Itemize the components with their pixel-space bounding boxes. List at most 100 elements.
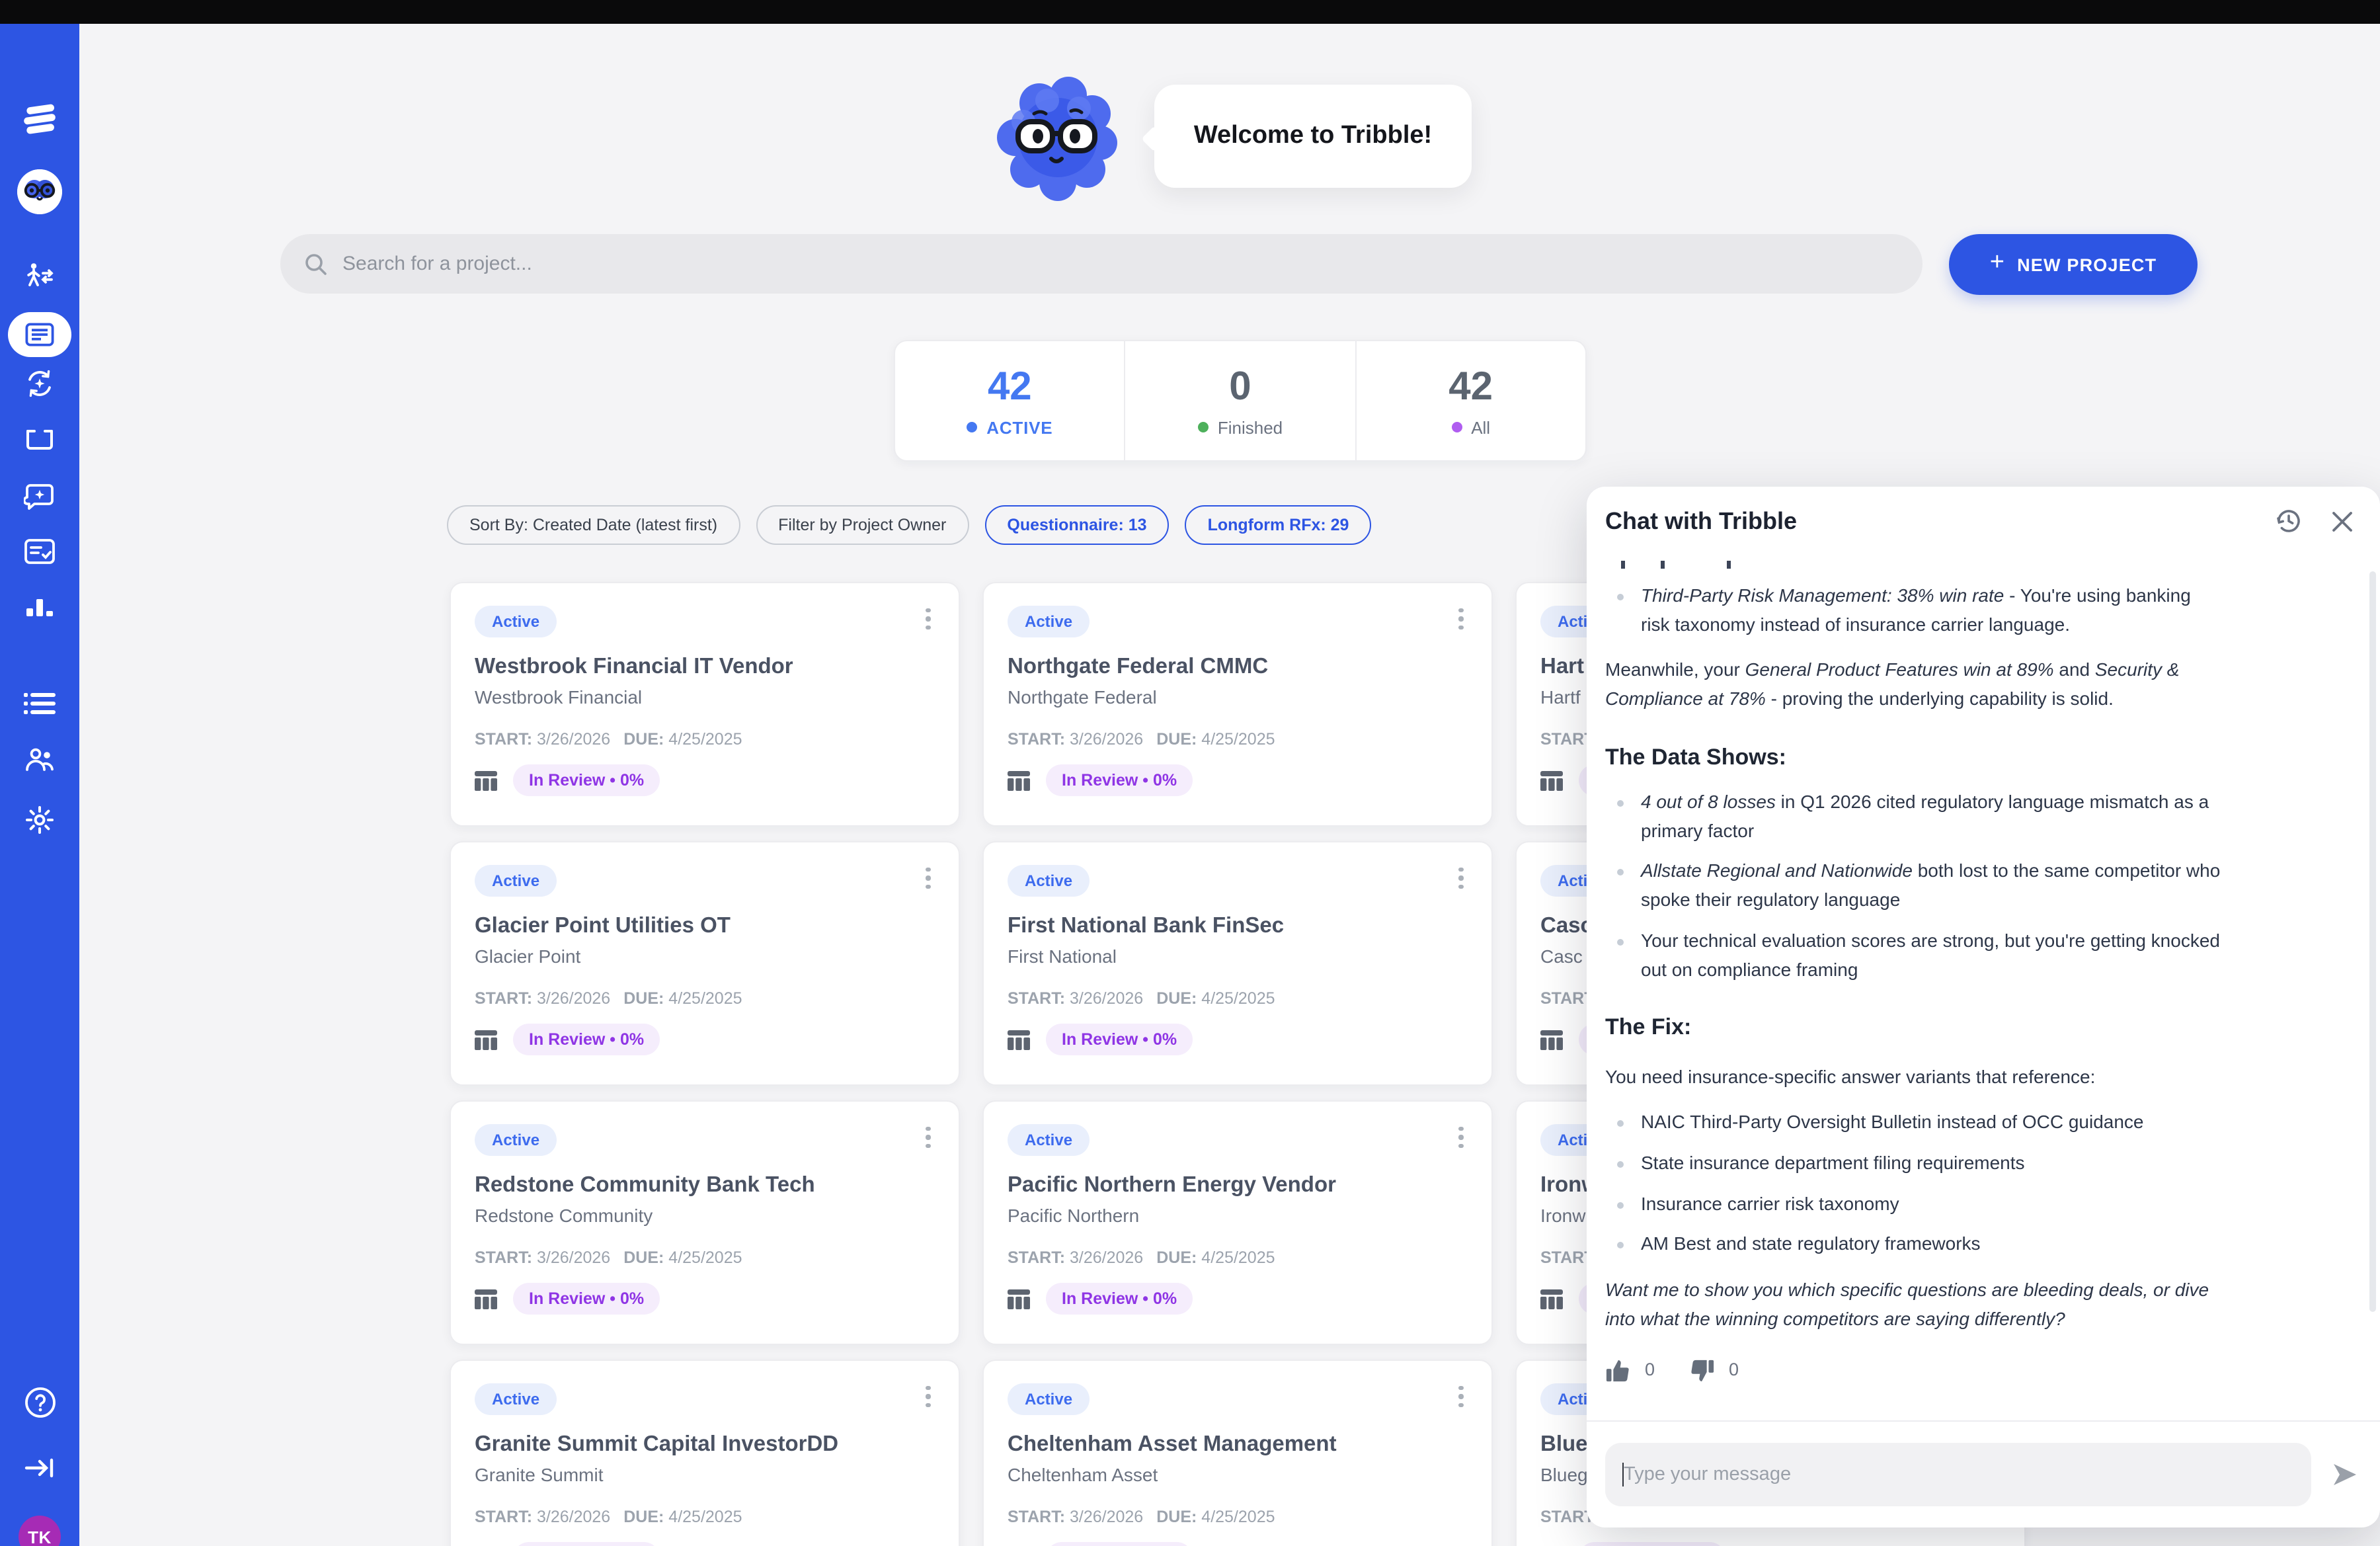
stat-all[interactable]: 42 All [1355, 341, 1585, 460]
due-label: DUE: [1156, 989, 1197, 1008]
table-icon [475, 1289, 497, 1309]
stat-finished[interactable]: 0Finished [1125, 341, 1355, 460]
thumbs-up-icon[interactable] [1605, 1358, 1632, 1385]
project-title: Cheltenham Asset Management [1008, 1432, 1468, 1457]
project-dates: START: 3/26/2026DUE: 4/25/2025 [1008, 1508, 1468, 1526]
project-card[interactable]: ActiveRedstone Community Bank TechRedsto… [450, 1100, 960, 1345]
card-menu-icon[interactable] [1449, 1123, 1473, 1152]
chat-message-input[interactable] [1624, 1464, 2293, 1485]
tray-icon[interactable] [0, 426, 79, 452]
message-paragraph: You need insurance-specific answer varia… [1605, 1063, 2224, 1091]
thumbs-down-count: 0 [1729, 1358, 1739, 1385]
project-title: First National Bank FinSec [1008, 914, 1468, 939]
project-card[interactable]: ActivePacific Northern Energy VendorPaci… [982, 1100, 1493, 1345]
sidebar: TK [0, 24, 79, 1546]
list-menu-icon[interactable] [0, 692, 79, 715]
filter-chip[interactable]: Longform RFx: 29 [1185, 505, 1372, 545]
project-company: Northgate Federal [1008, 686, 1468, 708]
search-icon [304, 252, 328, 276]
new-project-button[interactable]: + NEW PROJECT [1949, 234, 2198, 295]
project-title: Westbrook Financial IT Vendor [475, 655, 935, 680]
bar-chart-icon[interactable] [0, 594, 79, 620]
status-badge: Active [475, 606, 557, 637]
stat-dot-icon [1451, 422, 1462, 432]
search-input[interactable] [342, 253, 1899, 275]
due-label: DUE: [1156, 730, 1197, 749]
review-progress-badge: In Review • 0% [1579, 1542, 1726, 1546]
chat-input-box [1605, 1443, 2311, 1506]
status-badge: Active [1008, 865, 1090, 897]
due-date: 4/25/2025 [1197, 1248, 1275, 1267]
user-avatar[interactable]: TK [19, 1516, 61, 1546]
handoff-walk-icon[interactable] [0, 262, 79, 291]
text: and [2054, 659, 2095, 680]
message-bullet: Allstate Regional and Nationwide both lo… [1605, 858, 2224, 915]
card-footer: In Review • 0% [1540, 1542, 2001, 1546]
tribble-logo-icon[interactable] [0, 103, 79, 135]
message-paragraph: Want me to show you which specific quest… [1605, 1276, 2224, 1334]
help-icon[interactable] [0, 1386, 79, 1419]
start-date: 3/26/2026 [532, 1508, 610, 1526]
sidebar-item-projects-active[interactable] [8, 312, 71, 357]
project-card[interactable]: ActiveCheltenham Asset ManagementChelten… [982, 1360, 1493, 1546]
stat-value: 42 [1448, 364, 1493, 409]
text: Insurance carrier risk taxonomy [1641, 1192, 1899, 1213]
project-card[interactable]: ActiveWestbrook Financial IT VendorWestb… [450, 582, 960, 827]
chat-close-icon[interactable] [2324, 504, 2359, 538]
project-stats: 42ACTIVE0Finished 42 All [894, 340, 1587, 462]
message-bullet: AM Best and state regulatory frameworks [1605, 1231, 2224, 1259]
thumbs-down-icon[interactable] [1689, 1358, 1716, 1385]
sync-sparkle-icon[interactable] [0, 368, 79, 399]
chat-history-icon[interactable] [2272, 504, 2306, 538]
send-icon[interactable] [2327, 1457, 2361, 1492]
clipped-scrolled-line [1605, 558, 2224, 569]
checklist-icon[interactable] [0, 538, 79, 565]
card-menu-icon[interactable] [916, 1123, 940, 1152]
start-label: START: [1008, 730, 1065, 749]
gear-icon[interactable] [0, 804, 79, 836]
card-menu-icon[interactable] [916, 1382, 940, 1411]
message-bullet: Third-Party Risk Management: 38% win rat… [1605, 582, 2224, 639]
due-date: 4/25/2025 [664, 989, 742, 1008]
project-title: Redstone Community Bank Tech [475, 1173, 935, 1198]
stat-active[interactable]: 42ACTIVE [895, 341, 1125, 460]
review-progress-badge: In Review • 0% [1046, 1542, 1193, 1546]
card-menu-icon[interactable] [916, 604, 940, 633]
tribble-avatar-icon[interactable] [17, 169, 62, 214]
feedback-row: 0 0 [1605, 1358, 2224, 1385]
message-bullet: Insurance carrier risk taxonomy [1605, 1190, 2224, 1218]
stat-label: All [1471, 417, 1490, 437]
start-label: START: [475, 1508, 532, 1526]
project-card[interactable]: ActiveFirst National Bank FinSecFirst Na… [982, 841, 1493, 1086]
text: NAIC Third-Party Oversight Bulletin inst… [1641, 1112, 2144, 1133]
due-label: DUE: [623, 1248, 664, 1267]
project-card[interactable]: ActiveNorthgate Federal CMMCNorthgate Fe… [982, 582, 1493, 827]
emphasized-text: 4 out of 8 losses [1641, 791, 1776, 812]
chat-sparkle-icon[interactable] [0, 483, 79, 512]
people-icon[interactable] [0, 747, 79, 772]
tribble-mascot [992, 74, 1124, 201]
project-dates: START: 3/26/2026DUE: 4/25/2025 [1008, 1248, 1468, 1267]
review-progress-badge: In Review • 0% [1046, 764, 1193, 796]
text: You need insurance-specific answer varia… [1605, 1065, 2095, 1086]
project-search [280, 234, 1923, 294]
card-menu-icon[interactable] [916, 864, 940, 893]
filter-chip[interactable]: Questionnaire: 13 [984, 505, 1169, 545]
project-card[interactable]: ActiveGlacier Point Utilities OTGlacier … [450, 841, 960, 1086]
filter-chip[interactable]: Filter by Project Owner [756, 505, 969, 545]
filter-chips: Sort By: Created Date (latest first) Filt… [447, 505, 1371, 545]
review-progress-badge: In Review • 0% [1046, 1024, 1193, 1055]
card-menu-icon[interactable] [1449, 864, 1473, 893]
new-project-label: NEW PROJECT [2017, 255, 2157, 274]
logout-icon[interactable] [0, 1455, 79, 1481]
review-progress-badge: In Review • 0% [513, 764, 660, 796]
stat-value: 0 [1229, 364, 1251, 409]
card-menu-icon[interactable] [1449, 604, 1473, 633]
chat-scrollbar[interactable] [2369, 571, 2376, 1312]
review-progress-badge: In Review • 0% [1046, 1283, 1193, 1315]
filter-chip[interactable]: Sort By: Created Date (latest first) [447, 505, 740, 545]
project-card[interactable]: ActiveGranite Summit Capital InvestorDDG… [450, 1360, 960, 1546]
start-date: 3/26/2026 [1065, 1248, 1143, 1267]
status-badge: Active [1008, 1124, 1090, 1156]
card-menu-icon[interactable] [1449, 1382, 1473, 1411]
